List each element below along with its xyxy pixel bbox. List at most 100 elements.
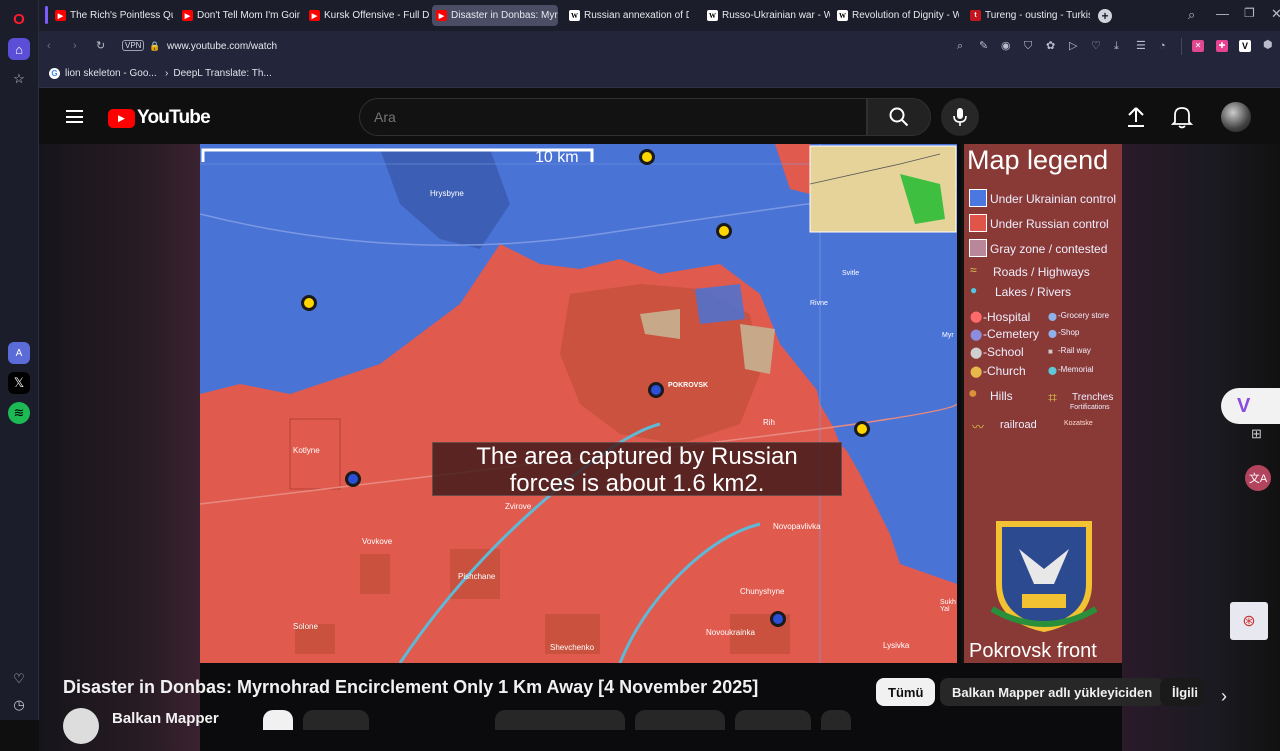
ukrainian-block	[695, 284, 745, 324]
youtube-page: ▶ YouTube Ara 10 km Hrysbyne POKROVSK Ko…	[39, 88, 1280, 751]
tab-bar: ▶ The Rich's Pointless Quest ▶ Don't Tell …	[39, 0, 1280, 31]
bookmark-label: lion skeleton - Goo...	[65, 68, 157, 79]
place-label: Pishchane	[458, 572, 496, 581]
url-field[interactable]: www.youtube.com/watch	[167, 41, 277, 52]
youtube-favicon-icon: ▶	[182, 10, 193, 21]
video-player[interactable]: 10 km Hrysbyne POKROVSK Kotlyne Zvirove …	[39, 144, 1280, 751]
easy-setup-icon[interactable]: ☰	[1136, 41, 1146, 52]
bookmark-heart-icon[interactable]: ♡	[1091, 41, 1101, 52]
scale-label: 10 km	[535, 149, 579, 166]
tab-title: Revolution of Dignity - Wi	[852, 10, 959, 21]
translate-icon[interactable]: 文A	[1245, 465, 1271, 491]
extension-pink-icon[interactable]: ✕	[1192, 40, 1204, 52]
channel-name[interactable]: Balkan Mapper	[112, 710, 219, 727]
aria-icon[interactable]: A	[8, 342, 30, 364]
extension-icon[interactable]: ✿	[1046, 41, 1055, 52]
play-icon[interactable]: ▷	[1069, 41, 1077, 52]
youtube-logo[interactable]: ▶ YouTube	[108, 107, 211, 129]
place-label: Kozatske	[1064, 420, 1093, 427]
search-input[interactable]	[374, 107, 844, 127]
legend-label: -Hospital	[983, 310, 1031, 324]
tab-6[interactable]: W Revolution of Dignity - Wi	[833, 5, 959, 26]
map-frame: 10 km Hrysbyne POKROVSK Kotlyne Zvirove …	[200, 144, 957, 663]
tab-5[interactable]: W Russo-Ukrainian war - Wiki	[700, 5, 830, 26]
chip-related[interactable]: İlgili	[1160, 678, 1204, 706]
search-tabs-icon[interactable]: ⌕	[1188, 8, 1195, 21]
new-tab-icon[interactable]: +	[1098, 9, 1112, 23]
camera-icon[interactable]: ◉	[1001, 41, 1011, 52]
roads-icon: ≈	[970, 263, 977, 277]
back-icon[interactable]: ‹	[47, 41, 51, 52]
heart-icon[interactable]: ♡	[8, 668, 30, 690]
channel-avatar[interactable]	[63, 708, 99, 744]
tab-3-active[interactable]: ▶ Disaster in Donbas: Myrno	[432, 5, 558, 26]
profile-icon[interactable]: ◔	[1159, 41, 1166, 52]
zoom-icon[interactable]: ⌕	[957, 41, 963, 52]
upload-icon	[1128, 107, 1144, 127]
action-button[interactable]	[495, 710, 625, 730]
voice-search-button[interactable]	[941, 98, 979, 136]
edit-icon[interactable]: ✎	[979, 41, 988, 52]
forward-icon[interactable]: ›	[73, 41, 77, 52]
home-icon[interactable]: ⌂	[8, 38, 30, 60]
place-label: Myr	[942, 332, 954, 339]
action-button[interactable]	[303, 710, 369, 730]
tab-7[interactable]: t Tureng - ousting - Turkish	[966, 5, 1090, 26]
vpn-badge[interactable]: VPN	[122, 40, 145, 51]
notifications-button[interactable]	[1170, 105, 1194, 134]
extension-v-icon[interactable]: V	[1239, 40, 1251, 52]
upload-button[interactable]	[1125, 106, 1147, 133]
download-icon[interactable]: ⤓	[1114, 41, 1119, 52]
tab-1[interactable]: ▶ Don't Tell Mom I'm Going	[178, 5, 300, 26]
tab-title: Don't Tell Mom I'm Going	[197, 10, 300, 21]
avatar[interactable]	[1221, 102, 1251, 132]
extension-dribbble-icon[interactable]: ✚	[1216, 40, 1228, 52]
legend-label: Hills	[990, 389, 1013, 403]
bookmark-item[interactable]: G lion skeleton - Goo...	[49, 68, 157, 79]
search-button[interactable]	[867, 98, 931, 136]
chip-all[interactable]: Tümü	[876, 678, 936, 706]
action-button[interactable]	[635, 710, 725, 730]
tab-title: The Rich's Pointless Quest	[70, 10, 173, 21]
channel-watermark[interactable]: ⊛	[1230, 602, 1268, 640]
hospital-icon: ⬤	[970, 311, 983, 323]
grid-icon[interactable]: ⊞	[1251, 426, 1262, 442]
legend-label: -Shop	[1058, 328, 1080, 337]
tab-0[interactable]: ▶ The Rich's Pointless Quest	[51, 5, 173, 26]
tab-2[interactable]: ▶ Kursk Offensive - Full Doc	[305, 5, 429, 26]
history-icon[interactable]: ◷	[8, 694, 30, 716]
star-icon[interactable]: ☆	[8, 68, 30, 90]
action-button[interactable]	[821, 710, 851, 730]
bookmark-item[interactable]: › DeepL Translate: Th...	[165, 68, 272, 79]
place-label: Sukh Yal	[940, 599, 956, 613]
grocery-icon: ⬤	[1048, 312, 1057, 321]
action-button[interactable]	[263, 710, 293, 730]
youtube-play-icon: ▶	[108, 108, 135, 128]
extensions-cube-icon[interactable]: ⬢	[1263, 40, 1273, 51]
chips-next-button[interactable]: ›	[1221, 686, 1227, 707]
legend-swatch	[969, 214, 987, 232]
opera-logo-icon[interactable]: O	[8, 8, 30, 30]
reload-icon[interactable]: ↻	[96, 41, 105, 52]
spotify-icon[interactable]: ≋	[8, 402, 30, 424]
menu-icon[interactable]	[66, 110, 83, 123]
x-twitter-icon[interactable]: 𝕏	[8, 372, 30, 394]
hills-icon: ●	[968, 385, 978, 402]
wikipedia-favicon-icon: W	[569, 10, 580, 21]
tab-4[interactable]: W Russian annexation of Don	[565, 5, 689, 26]
minimize-icon[interactable]: —	[1216, 7, 1229, 20]
shield-icon[interactable]: ⛉	[1024, 41, 1032, 52]
lock-icon: 🔒	[149, 41, 161, 51]
workspace-indicator	[45, 6, 48, 24]
microphone-icon	[953, 108, 967, 126]
chip-from-uploader[interactable]: Balkan Mapper adlı yükleyiciden	[940, 678, 1165, 706]
railway-icon: ■	[1048, 347, 1053, 356]
place-label: Vovkove	[362, 537, 393, 546]
action-button[interactable]	[735, 710, 811, 730]
close-window-icon[interactable]: ✕	[1271, 7, 1280, 20]
floating-extension-button[interactable]: V	[1221, 388, 1280, 424]
restore-icon[interactable]: ❐	[1244, 7, 1255, 19]
search-box[interactable]	[359, 98, 867, 136]
place-label: Zvirove	[505, 502, 532, 511]
tab-title: Russo-Ukrainian war - Wiki	[722, 10, 830, 21]
